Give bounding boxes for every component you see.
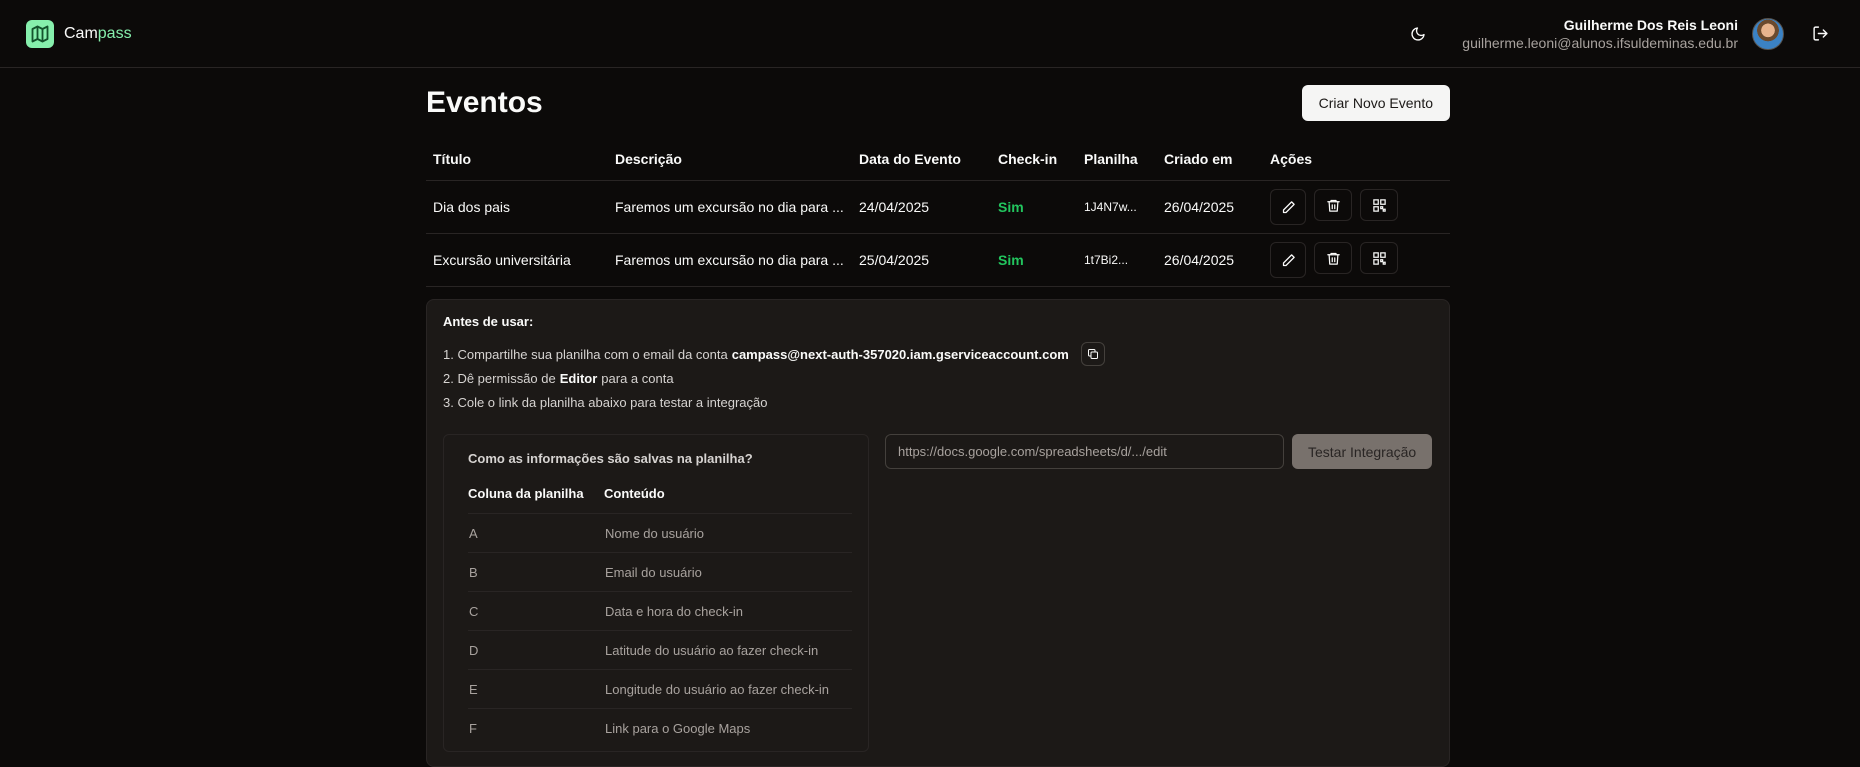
page-title: Eventos [426,86,543,119]
user-name: Guilherme Dos Reis Leoni [1563,16,1738,33]
columns-info-title: Como as informações são salvas na planil… [468,451,753,466]
sheet-column: D [468,630,604,670]
columns-table: Coluna da planilha Conteúdo A Nome do usu… [468,486,852,747]
qr-code-button[interactable] [1360,189,1398,221]
step-2-suffix: para a conta [601,370,674,386]
user-info: Guilherme Dos Reis Leoni guilherme.leoni… [1462,17,1738,51]
theme-toggle-button[interactable] [1404,20,1432,48]
event-sheet: 1J4N7w... [1077,180,1157,234]
column-header: Descrição [608,138,852,181]
event-description: Faremos um excursão no dia para ... [608,233,852,287]
create-event-button[interactable]: Criar Novo Evento [1301,85,1450,121]
column-header: Planilha [1077,138,1157,181]
table-row: Dia dos pais Faremos um excursão no dia … [426,180,1450,234]
event-checkin: Sim [991,233,1077,287]
brand[interactable]: Campass [26,19,132,48]
app-name-part2: pass [97,24,132,42]
logout-button[interactable] [1806,20,1834,48]
events-table: Título Descrição Data do Evento Check-in… [426,138,1450,287]
edit-button[interactable] [1270,189,1306,225]
event-actions [1263,180,1450,234]
sheet-content: Email do usuário [604,552,852,592]
step-1-text: 1. Compartilhe sua planilha com o email … [443,346,728,362]
app-name: Campass [64,25,132,43]
column-header: Check-in [991,138,1077,181]
qr-code-icon [1372,198,1386,212]
sheet-column: E [468,669,604,709]
column-header: Coluna da planilha [468,486,604,514]
avatar[interactable] [1752,17,1784,50]
logout-icon [1812,26,1828,41]
user-email: guilherme.leoni@alunos.ifsuldeminas.edu.… [1462,34,1738,51]
sheet-column: C [468,591,604,631]
step-2: 2. Dê permissão de Editor para a conta [443,366,1433,390]
instructions-title: Antes de usar: [443,314,534,329]
sheet-url-input[interactable] [885,434,1284,469]
app-name-part1: Cam [64,24,98,42]
service-email: campass@next-auth-357020.iam.gserviceacc… [731,346,1069,362]
column-header: Criado em [1157,138,1263,181]
event-description: Faremos um excursão no dia para ... [608,180,852,234]
columns-info-card: Como as informações são salvas na planil… [443,434,869,752]
pencil-icon [1282,253,1295,266]
test-integration-button[interactable]: Testar Integração [1292,434,1433,469]
table-row: A Nome do usuário [468,513,852,553]
sheet-content: Nome do usuário [604,513,852,553]
event-title: Excursão universitária [426,233,608,287]
integration-form: Testar Integração [885,434,1433,752]
column-header: Data do Evento [852,138,991,181]
columns-header-row: Coluna da planilha Conteúdo [468,486,852,514]
qr-code-icon [1372,251,1386,265]
edit-button[interactable] [1270,242,1306,278]
sheet-column: F [469,720,477,736]
step-3: 3. Cole o link da planilha abaixo para t… [443,390,1433,414]
copy-email-button[interactable] [1080,342,1105,366]
event-date: 25/04/2025 [852,233,991,287]
table-row: Excursão universitária Faremos um excurs… [426,233,1450,287]
delete-button[interactable] [1314,189,1352,221]
table-row: E Longitude do usuário ao fazer check-in [468,669,852,709]
table-row: D Latitude do usuário ao fazer check-in [468,630,852,670]
event-created: 26/04/2025 [1157,180,1263,234]
sheet-content: Longitude do usuário ao fazer check-in [604,669,852,709]
copy-icon [1087,349,1098,359]
step-1: 1. Compartilhe sua planilha com o email … [443,342,1433,366]
main-content: Eventos Criar Novo Evento Título Descriç… [426,68,1450,767]
sheet-column: A [468,513,604,553]
event-sheet: 1t7Bi2... [1077,233,1157,287]
trash-icon [1326,252,1340,265]
sheet-content: Latitude do usuário ao fazer check-in [604,630,852,670]
event-created: 26/04/2025 [1157,233,1263,287]
trash-icon [1326,199,1340,212]
event-title: Dia dos pais [426,180,608,234]
top-bar: Campass Guilherme Dos Reis Leoni guilher… [0,0,1860,68]
step-3-text: 3. Cole o link da planilha abaixo para t… [443,394,768,410]
map-logo-icon [26,19,54,48]
step-2-prefix: 2. Dê permissão de [443,370,556,386]
instructions-steps: 1. Compartilhe sua planilha com o email … [443,342,1433,414]
step-2-role: Editor [559,370,598,386]
moon-icon [1411,26,1425,41]
delete-button[interactable] [1314,242,1352,274]
sheet-column: B [468,552,604,592]
table-row: C Data e hora do check-in [468,591,852,631]
table-header-row: Título Descrição Data do Evento Check-in… [426,138,1450,181]
column-header: Ações [1263,138,1450,181]
pencil-icon [1282,200,1295,213]
event-date: 24/04/2025 [852,180,991,234]
sheet-content: Link para o Google Maps [605,720,751,736]
event-actions [1263,233,1450,287]
qr-code-button[interactable] [1360,242,1398,274]
sheet-content: Data e hora do check-in [604,591,852,631]
column-header: Título [426,138,608,181]
table-row: B Email do usuário [468,552,852,592]
event-checkin: Sim [991,180,1077,234]
column-header: Conteúdo [604,486,852,514]
table-row: F Link para o Google Maps [468,709,852,748]
integration-panel: Antes de usar: 1. Compartilhe sua planil… [426,299,1450,767]
